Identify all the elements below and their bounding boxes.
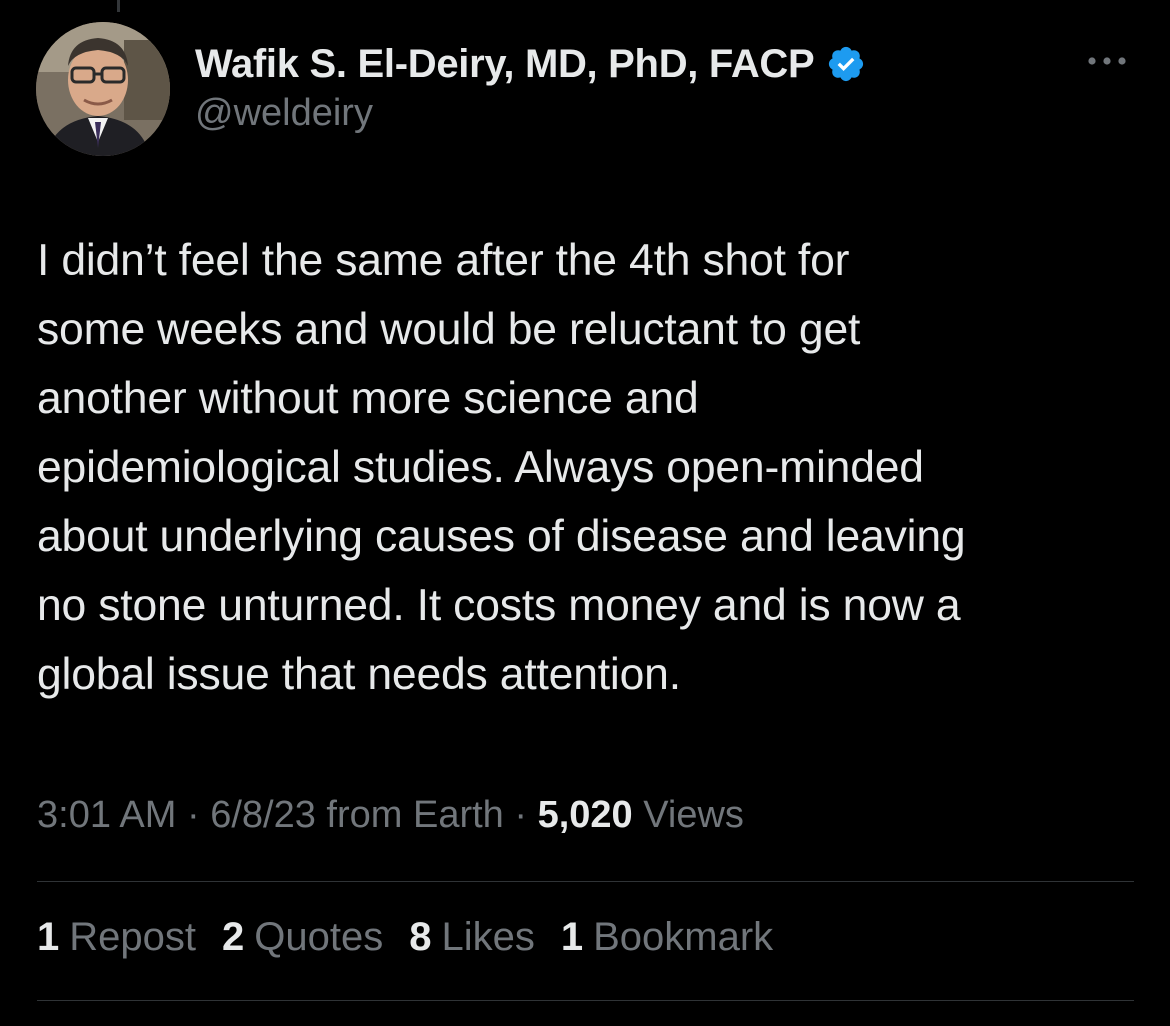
meta-separator: · [514, 794, 528, 836]
reposts-label: Repost [69, 915, 196, 959]
author-handle[interactable]: @weldeiry [195, 92, 373, 135]
engagement-stats: 1 Repost 2 Quotes 8 Likes 1 Bookmark [37, 915, 773, 960]
divider [37, 1000, 1134, 1001]
tweet-meta: 3:01 AM · 6/8/23 from Earth · 5,020 View… [37, 794, 744, 837]
tweet-text: I didn’t feel the same after the 4th sho… [37, 236, 966, 699]
thread-connector-line [117, 0, 120, 12]
likes-label: Likes [441, 915, 535, 959]
likes-stat[interactable]: 8 Likes [409, 915, 535, 960]
quotes-stat[interactable]: 2 Quotes [222, 915, 383, 960]
author-display-name[interactable]: Wafik S. El-Deiry, MD, PhD, FACP [195, 42, 815, 87]
reposts-stat[interactable]: 1 Repost [37, 915, 196, 960]
views-count[interactable]: 5,020 [538, 794, 633, 836]
views-label: Views [643, 794, 744, 836]
verified-badge-icon [826, 44, 866, 84]
reposts-count: 1 [37, 915, 60, 959]
author-name-row[interactable]: Wafik S. El-Deiry, MD, PhD, FACP [195, 38, 866, 90]
tweet-source: from Earth [326, 794, 504, 836]
bookmarks-label: Bookmark [593, 915, 774, 959]
likes-count: 8 [409, 915, 432, 959]
tweet-date[interactable]: 6/8/23 [210, 794, 316, 836]
meta-separator: · [186, 794, 200, 836]
more-horizontal-icon[interactable] [1084, 46, 1130, 76]
quotes-label: Quotes [254, 915, 384, 959]
bookmarks-stat[interactable]: 1 Bookmark [561, 915, 773, 960]
avatar-image [36, 22, 170, 156]
quotes-count: 2 [222, 915, 245, 959]
divider [37, 881, 1134, 882]
bookmarks-count: 1 [560, 915, 584, 959]
avatar[interactable] [36, 22, 170, 156]
tweet-time[interactable]: 3:01 AM [37, 794, 176, 836]
